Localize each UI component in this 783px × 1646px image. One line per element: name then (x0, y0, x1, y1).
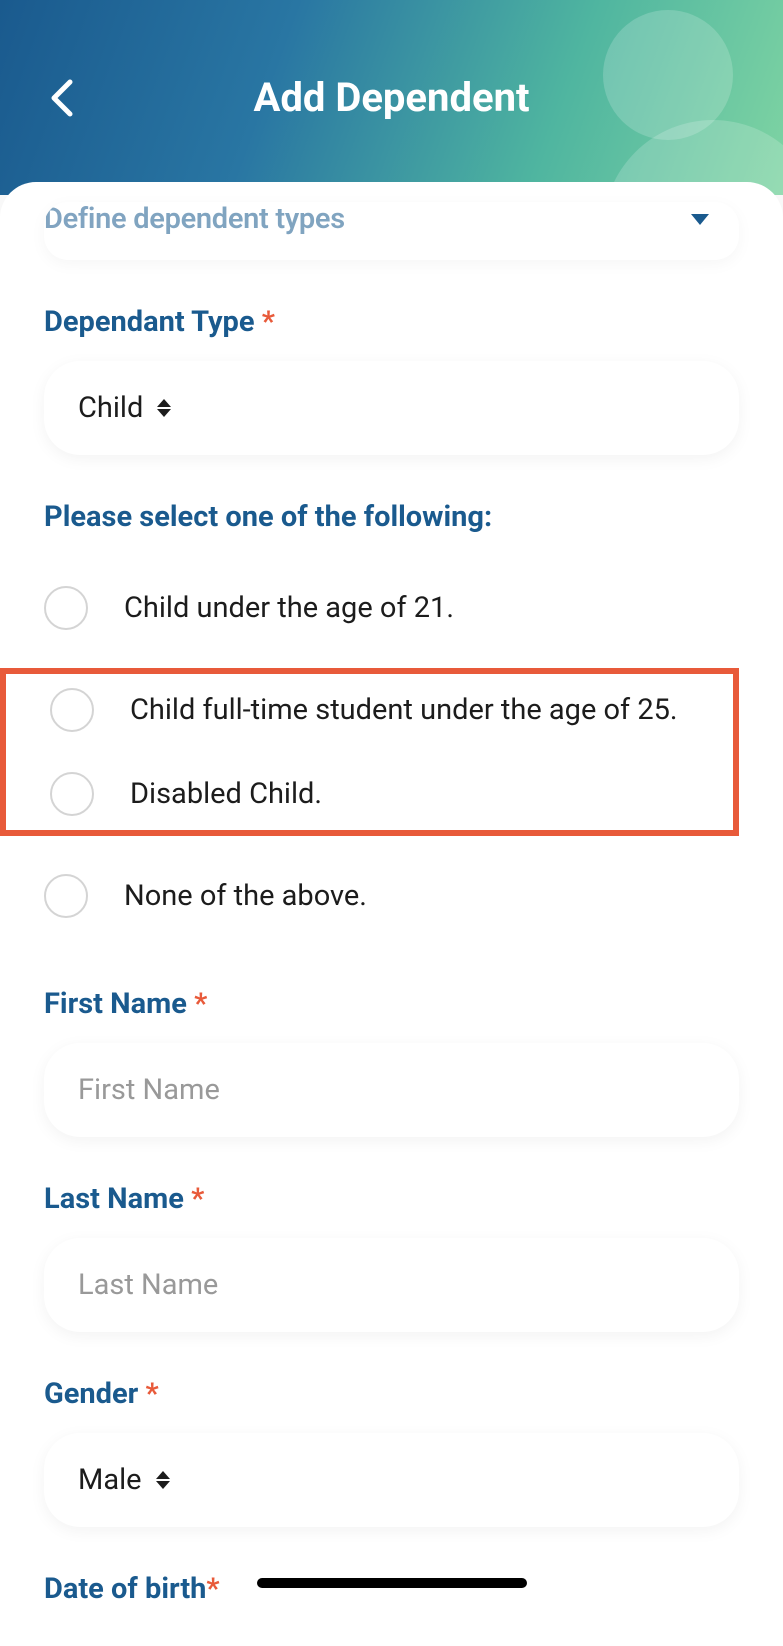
radio-item-disabled[interactable]: Disabled Child. (50, 752, 733, 830)
radio-circle[interactable] (50, 772, 94, 816)
first-name-field[interactable] (44, 1043, 739, 1137)
radio-circle[interactable] (44, 874, 88, 918)
required-asterisk: * (194, 987, 207, 1021)
define-types-dropdown[interactable]: Define dependent types (44, 202, 739, 260)
header: Add Dependent (0, 0, 783, 195)
gender-label: Gender * (44, 1377, 739, 1411)
radio-circle[interactable] (50, 688, 94, 732)
updown-icon (156, 1471, 170, 1489)
subtype-label: Please select one of the following: (44, 500, 739, 534)
required-asterisk: * (191, 1182, 204, 1216)
first-name-label: First Name * (44, 987, 739, 1021)
radio-item-under21[interactable]: Child under the age of 21. (44, 562, 739, 654)
radio-label: Child full-time student under the age of… (130, 689, 678, 731)
define-types-label: Define dependent types (44, 202, 345, 236)
content-panel: Define dependent types Dependant Type * … (0, 182, 783, 1646)
highlight-box: Child full-time student under the age of… (0, 668, 739, 836)
dependant-type-label: Dependant Type * (44, 305, 739, 339)
dependant-type-value: Child (78, 391, 143, 425)
dependant-type-select[interactable]: Child (44, 361, 739, 455)
caret-down-icon (691, 214, 709, 225)
required-asterisk: * (262, 305, 275, 339)
radio-label: None of the above. (124, 875, 367, 917)
last-name-label: Last Name * (44, 1182, 739, 1216)
subtype-radio-group: Child under the age of 21. Child full-ti… (44, 562, 739, 942)
required-asterisk: * (146, 1377, 159, 1411)
required-asterisk: * (206, 1572, 219, 1606)
radio-circle[interactable] (44, 586, 88, 630)
radio-label: Child under the age of 21. (124, 587, 454, 629)
gender-value: Male (78, 1463, 142, 1497)
last-name-field[interactable] (44, 1238, 739, 1332)
updown-icon (157, 399, 171, 417)
radio-label: Disabled Child. (130, 773, 322, 815)
radio-item-student25[interactable]: Child full-time student under the age of… (50, 674, 733, 752)
home-indicator[interactable] (257, 1578, 527, 1588)
radio-item-none[interactable]: None of the above. (44, 850, 739, 942)
gender-select[interactable]: Male (44, 1433, 739, 1527)
